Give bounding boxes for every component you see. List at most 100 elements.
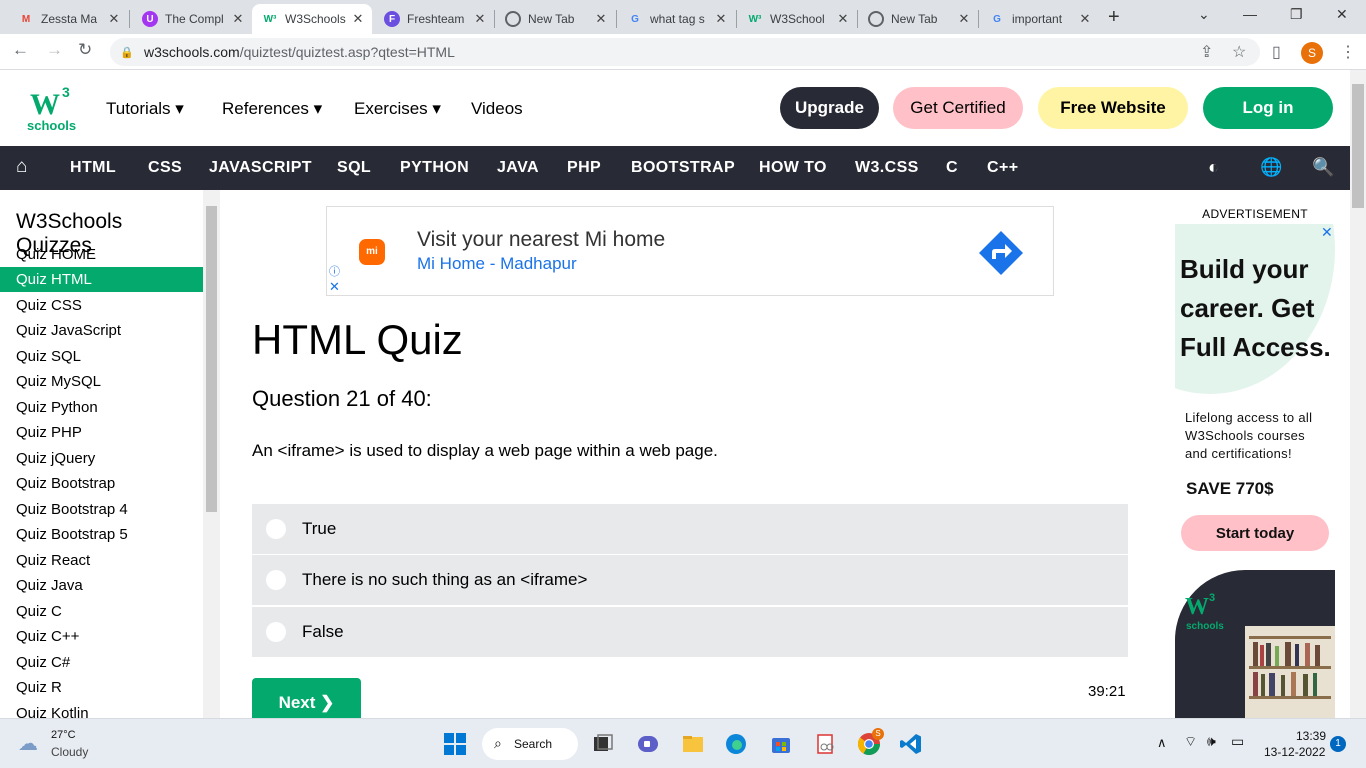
browser-tab[interactable]: F Freshteam ✕	[374, 4, 494, 34]
topic-link[interactable]: SQL	[337, 159, 371, 177]
page-scroll-thumb[interactable]	[1352, 84, 1364, 208]
minimize-button[interactable]: —	[1243, 6, 1257, 22]
home-icon[interactable]: ⌂	[16, 156, 27, 178]
w3schools-logo[interactable]: W 3 schools	[24, 84, 80, 134]
new-tab-button[interactable]: +	[1108, 6, 1120, 29]
sidebar-item[interactable]: Quiz JavaScript	[0, 318, 203, 343]
notification-badge[interactable]: 1	[1330, 736, 1346, 752]
snipping-tool-icon[interactable]	[814, 732, 838, 756]
sidebar-item[interactable]: Quiz R	[0, 675, 203, 700]
sidebar-item[interactable]: Quiz C	[0, 599, 203, 624]
browser-tab[interactable]: New Tab ✕	[858, 4, 978, 34]
chevron-up-icon[interactable]: ∧	[1157, 735, 1167, 751]
topic-link[interactable]: C	[946, 159, 958, 177]
close-tab-icon[interactable]: ✕	[472, 11, 488, 27]
sidebar-item[interactable]: Quiz Bootstrap 4	[0, 497, 203, 522]
close-tab-icon[interactable]: ✕	[593, 11, 609, 27]
sidebar-item[interactable]: Quiz Java	[0, 573, 203, 598]
task-view-icon[interactable]	[591, 732, 615, 756]
login-button[interactable]: Log in	[1203, 87, 1333, 129]
page-scrollbar[interactable]	[1350, 70, 1366, 718]
topic-link[interactable]: BOOTSTRAP	[631, 159, 735, 177]
profile-avatar[interactable]: S	[1301, 42, 1323, 64]
topic-link[interactable]: CSS	[148, 159, 182, 177]
radio-button[interactable]	[266, 519, 286, 539]
sidebar-item[interactable]: Quiz MySQL	[0, 369, 203, 394]
ad-close-icon[interactable]: ✕	[329, 279, 340, 295]
topic-link[interactable]: PHP	[567, 159, 601, 177]
answer-option[interactable]: There is no such thing as an <iframe>	[252, 555, 1128, 605]
radio-button[interactable]	[266, 622, 286, 642]
sidebar-item[interactable]: Quiz PHP	[0, 420, 203, 445]
nav-tutorials[interactable]: Tutorials ▾	[106, 99, 184, 119]
sidebar-scroll-thumb[interactable]	[206, 206, 217, 512]
battery-icon[interactable]: ▭	[1231, 733, 1244, 750]
topic-link[interactable]: JAVA	[497, 159, 539, 177]
sidebar-item[interactable]: Quiz Python	[0, 395, 203, 420]
weather-desc[interactable]: Cloudy	[51, 745, 88, 759]
browser-tab[interactable]: M Zessta Ma ✕	[8, 4, 128, 34]
store-icon[interactable]	[769, 732, 793, 756]
topic-link[interactable]: PYTHON	[400, 159, 469, 177]
back-icon[interactable]: ←	[12, 40, 29, 60]
next-button[interactable]: Next ❯	[252, 678, 361, 718]
close-tab-icon[interactable]: ✕	[230, 11, 246, 27]
edge-icon[interactable]	[724, 732, 748, 756]
dark-mode-icon[interactable]: ◐	[1208, 157, 1219, 178]
ad-banner[interactable]: mi Visit your nearest Mi home Mi Home - …	[326, 206, 1054, 296]
topic-link[interactable]: HOW TO	[759, 159, 827, 177]
sidebar-item[interactable]: Quiz C#	[0, 650, 203, 675]
sidebar-item[interactable]: Quiz Bootstrap 5	[0, 522, 203, 547]
browser-tab[interactable]: New Tab ✕	[495, 4, 615, 34]
start-today-button[interactable]: Start today	[1181, 515, 1329, 551]
topic-link[interactable]: C++	[987, 159, 1018, 177]
windows-start-icon[interactable]	[443, 732, 467, 756]
sidebar-item[interactable]: Quiz HOME	[0, 242, 203, 267]
close-tab-icon[interactable]: ✕	[713, 11, 729, 27]
url-bar[interactable]: 🔒 w3schools.com/quiztest/quiztest.asp?qt…	[110, 38, 1260, 66]
wifi-icon[interactable]: ⌔	[1184, 733, 1197, 751]
sidebar-item[interactable]: Quiz Kotlin	[0, 701, 203, 718]
upgrade-button[interactable]: Upgrade	[780, 87, 879, 129]
sidebar-item[interactable]: Quiz C++	[0, 624, 203, 649]
browser-tab[interactable]: U The Compl ✕	[132, 4, 252, 34]
teams-chat-icon[interactable]	[636, 732, 660, 756]
topic-link[interactable]: JAVASCRIPT	[209, 159, 312, 177]
close-window-button[interactable]: ✕	[1336, 6, 1348, 23]
ad-close-icon[interactable]: ✕	[1321, 224, 1333, 241]
globe-icon[interactable]: 🌐	[1260, 157, 1282, 178]
sidebar-item[interactable]: Quiz SQL	[0, 344, 203, 369]
maximize-button[interactable]: ❐	[1290, 6, 1303, 23]
topic-link[interactable]: HTML	[70, 159, 116, 177]
nav-references[interactable]: References ▾	[222, 99, 322, 119]
free-website-button[interactable]: Free Website	[1038, 87, 1188, 129]
browser-tab[interactable]: W³ W3School ✕	[737, 4, 857, 34]
close-tab-icon[interactable]: ✕	[1077, 11, 1093, 27]
sidebar-item[interactable]: Quiz Bootstrap	[0, 471, 203, 496]
close-tab-icon[interactable]: ✕	[956, 11, 972, 27]
browser-tab[interactable]: G important ✕	[979, 4, 1099, 34]
ad-subline[interactable]: Mi Home - Madhapur	[417, 254, 577, 274]
get-certified-button[interactable]: Get Certified	[893, 87, 1023, 129]
close-tab-icon[interactable]: ✕	[106, 11, 122, 27]
menu-kebab-icon[interactable]: ⋮	[1340, 42, 1356, 62]
topic-link[interactable]: W3.CSS	[855, 159, 919, 177]
directions-icon[interactable]	[977, 229, 1025, 277]
clock-date[interactable]: 13-12-2022	[1264, 745, 1325, 759]
right-ad[interactable]: ✕ Build your career. Get Full Access. Li…	[1175, 224, 1335, 718]
nav-videos[interactable]: Videos	[471, 99, 523, 119]
sidebar-item[interactable]: Quiz React	[0, 548, 203, 573]
cloud-icon[interactable]: ☁	[18, 731, 42, 755]
weather-temp[interactable]: 27°C	[51, 729, 76, 741]
sidebar-item[interactable]: Quiz CSS	[0, 293, 203, 318]
tab-search-icon[interactable]: ⌄	[1198, 6, 1210, 23]
file-explorer-icon[interactable]	[681, 732, 705, 756]
radio-button[interactable]	[266, 570, 286, 590]
clock-time[interactable]: 13:39	[1296, 729, 1326, 743]
vscode-icon[interactable]	[899, 732, 923, 756]
volume-icon[interactable]: 🕪	[1207, 733, 1216, 750]
sidebar-item-selected[interactable]: Quiz HTML	[0, 267, 203, 292]
answer-option[interactable]: True	[252, 504, 1128, 554]
reload-icon[interactable]: ↻	[78, 40, 92, 60]
browser-tab[interactable]: G what tag s ✕	[617, 4, 735, 34]
